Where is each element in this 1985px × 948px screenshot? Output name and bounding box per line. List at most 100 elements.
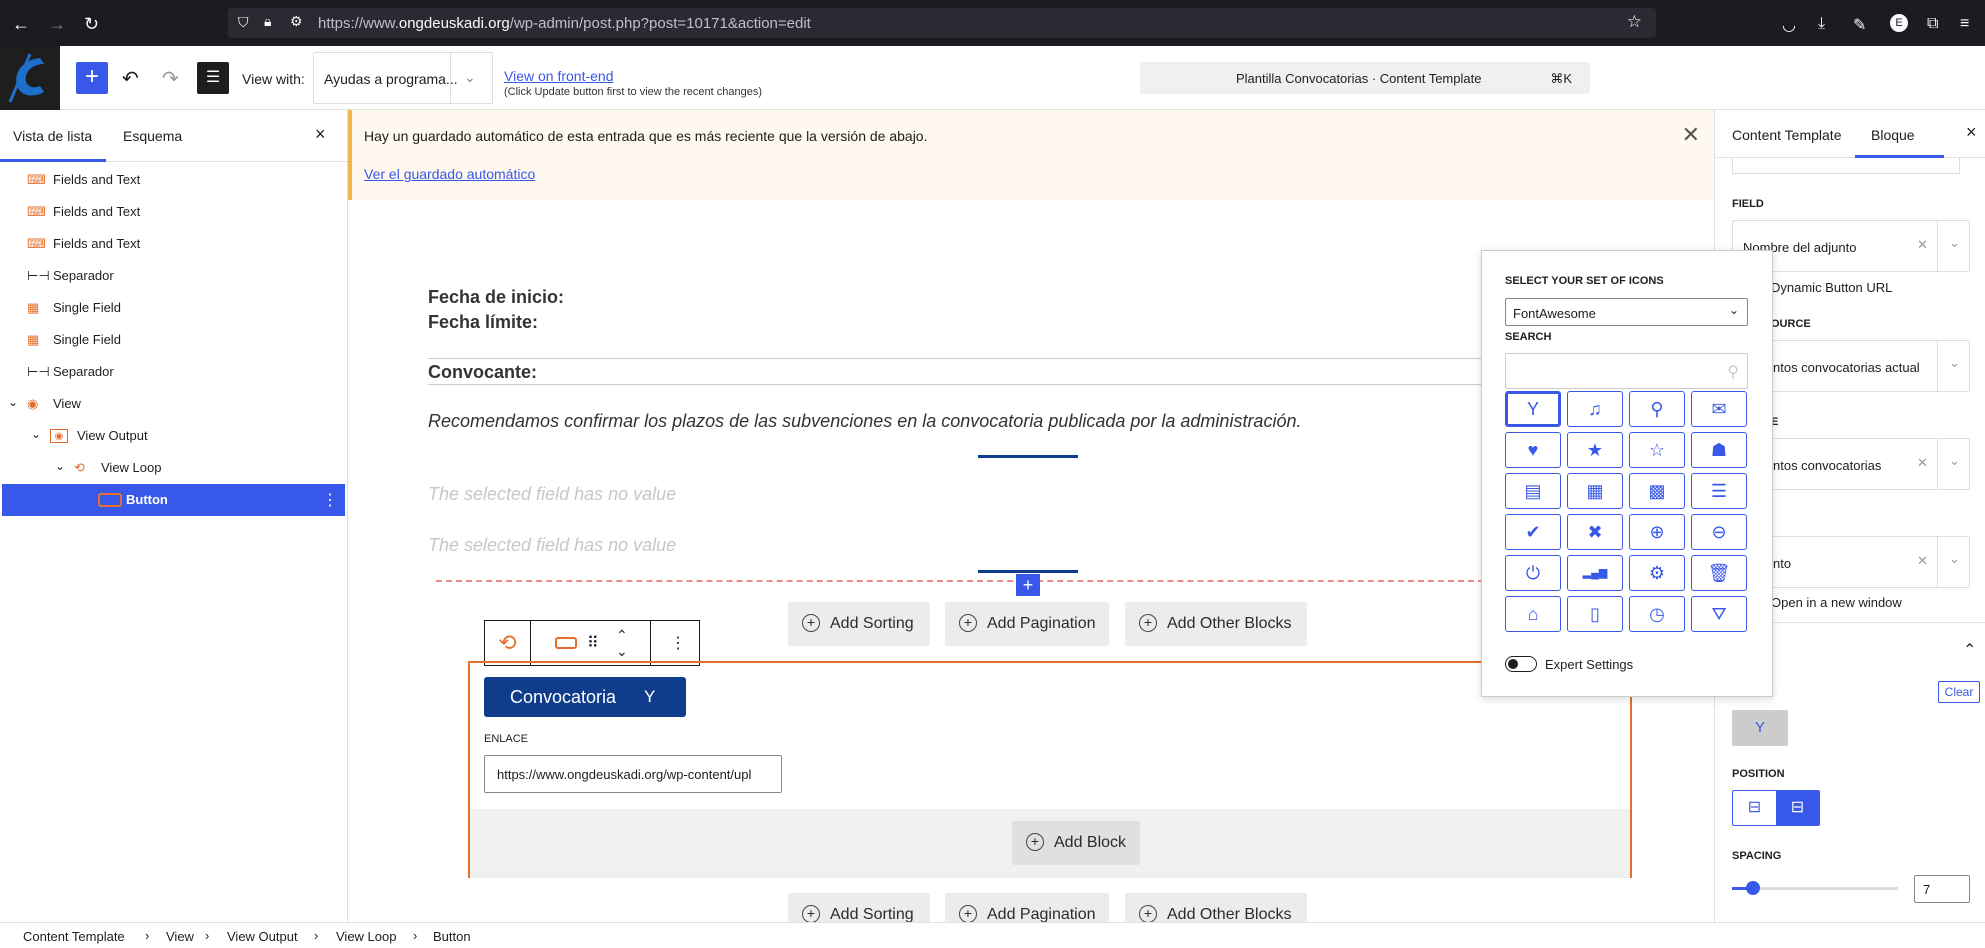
permissions-icon[interactable]: ⚙	[290, 13, 303, 30]
chevron-down-icon[interactable]: ⌄	[31, 427, 41, 441]
move-down-icon[interactable]: ⌄	[616, 643, 628, 660]
more-options-icon[interactable]: ⋮	[670, 633, 686, 653]
back-icon[interactable]: ←	[12, 14, 30, 35]
close-icon[interactable]: ×	[1966, 122, 1977, 143]
file-icon[interactable]: ▯	[1567, 596, 1623, 632]
tab-list-view[interactable]: Vista de lista	[13, 128, 92, 144]
loop-icon[interactable]: ⟲	[485, 621, 531, 665]
breadcrumb-item[interactable]: Content Template	[23, 929, 125, 944]
position-left-icon[interactable]: ⊟	[1733, 791, 1776, 825]
chevron-down-icon[interactable]: ⌄	[55, 459, 65, 473]
search-minus-icon[interactable]: ⊖	[1691, 514, 1747, 550]
heart-icon[interactable]: ♥	[1505, 432, 1561, 468]
list-item[interactable]: ⊢⊣ Separador	[0, 356, 343, 388]
pocket-icon[interactable]: ◡	[1782, 15, 1796, 35]
icon-set-select[interactable]: FontAwesome ⌄	[1505, 298, 1748, 326]
add-block-button[interactable]: + Add Block	[1012, 821, 1140, 865]
user-icon[interactable]: ☗	[1691, 432, 1747, 468]
drag-handle-icon[interactable]: ⠿	[587, 633, 599, 653]
view-front-end-link[interactable]: View on front-end	[504, 68, 613, 84]
glass-icon[interactable]: Y	[1505, 391, 1561, 427]
more-options-icon[interactable]: ⋮	[322, 490, 338, 510]
search-icon[interactable]: ⚲	[1629, 391, 1685, 427]
add-block-button[interactable]: +	[76, 62, 108, 94]
envelope-icon[interactable]: ✉	[1691, 391, 1747, 427]
enlace-input[interactable]: https://www.ongdeuskadi.org/wp-content/u…	[484, 755, 782, 793]
clear-icon[interactable]: ✕	[1917, 237, 1928, 253]
site-logo[interactable]	[0, 46, 60, 110]
command-palette-bar[interactable]: Plantilla Convocatorias · Content Templa…	[1140, 62, 1590, 94]
tab-block[interactable]: Bloque	[1871, 127, 1915, 143]
forward-icon[interactable]: →	[48, 14, 66, 35]
lock-icon[interactable]: 🔒︎	[264, 13, 271, 30]
clear-icon[interactable]: ✕	[1917, 553, 1928, 569]
button-block-selected[interactable]: Convocatoria Y ENLACE https://www.ongdeu…	[468, 661, 1632, 878]
convocatoria-button[interactable]: Convocatoria Y	[484, 677, 686, 717]
list-item[interactable]: ⌄ ◉ View Output	[0, 420, 343, 452]
extension-e-icon[interactable]: E	[1890, 14, 1908, 32]
button-block-icon[interactable]	[555, 637, 577, 649]
spacing-input[interactable]: 7	[1914, 875, 1970, 903]
icon-search-input[interactable]: ⚲	[1505, 353, 1748, 389]
clear-icon[interactable]: ✕	[1917, 455, 1928, 471]
power-off-icon[interactable]: ⏻	[1505, 555, 1561, 591]
add-sorting-button[interactable]: + Add Sorting	[788, 893, 930, 923]
road-icon[interactable]: ⛛	[1691, 596, 1747, 632]
address-bar[interactable]: ⛉ 🔒︎ ⚙ https://www.ongdeuskadi.org/wp-ad…	[228, 8, 1656, 38]
breadcrumb-item[interactable]: View	[166, 929, 194, 944]
list-item-selected[interactable]: Button ⋮	[2, 484, 345, 516]
home-icon[interactable]: ⌂	[1505, 596, 1561, 632]
film-icon[interactable]: ▤	[1505, 473, 1561, 509]
redo-icon[interactable]: ↷	[162, 66, 179, 91]
add-other-blocks-button[interactable]: + Add Other Blocks	[1125, 602, 1307, 646]
star-icon[interactable]: ★	[1567, 432, 1623, 468]
th-large-icon[interactable]: ▦	[1567, 473, 1623, 509]
search-plus-icon[interactable]: ⊕	[1629, 514, 1685, 550]
wrench-icon[interactable]: ✎	[1853, 15, 1866, 35]
times-icon[interactable]: ✖	[1567, 514, 1623, 550]
view-autosave-link[interactable]: Ver el guardado automático	[364, 166, 535, 182]
list-item[interactable]: ⌨ Fields and Text	[0, 164, 343, 196]
check-icon[interactable]: ✔	[1505, 514, 1561, 550]
breadcrumb-item[interactable]: Button	[433, 929, 471, 944]
spacing-slider-thumb[interactable]	[1745, 881, 1760, 895]
expert-settings-toggle[interactable]	[1505, 656, 1537, 672]
tab-content-template[interactable]: Content Template	[1732, 127, 1841, 143]
list-item[interactable]: ⌨ Fields and Text	[0, 228, 343, 260]
move-up-icon[interactable]: ⌃	[616, 627, 628, 644]
list-item[interactable]: ⌄ ⟲ View Loop	[0, 452, 343, 484]
chevron-down-icon[interactable]: ⌄	[8, 395, 18, 409]
clock-icon[interactable]: ◷	[1629, 596, 1685, 632]
inserter-plus-button[interactable]: +	[1016, 574, 1040, 596]
trash-icon[interactable]: 🗑︎	[1691, 555, 1747, 591]
spacing-slider-track[interactable]	[1732, 881, 1898, 895]
breadcrumb-item[interactable]: View Output	[227, 929, 298, 944]
menu-icon[interactable]: ≡	[1960, 15, 1969, 33]
add-other-blocks-button[interactable]: + Add Other Blocks	[1125, 893, 1307, 923]
list-item[interactable]: ⌨ Fields and Text	[0, 196, 343, 228]
download-icon[interactable]: ⤓	[1818, 15, 1825, 33]
th-list-icon[interactable]: ☰	[1691, 473, 1747, 509]
bookmark-star-icon[interactable]: ☆	[1627, 12, 1642, 32]
extensions-icon[interactable]: ⧉	[1927, 15, 1938, 33]
list-item[interactable]: ▦ Single Field	[0, 324, 343, 356]
tab-outline[interactable]: Esquema	[123, 128, 182, 144]
position-right-icon[interactable]: ⊟	[1776, 791, 1819, 825]
reload-icon[interactable]: ↻	[84, 14, 99, 35]
add-sorting-button[interactable]: + Add Sorting	[788, 602, 930, 646]
shield-icon[interactable]: ⛉	[238, 14, 249, 31]
star-outline-icon[interactable]: ☆	[1629, 432, 1685, 468]
view-with-select[interactable]: Ayudas a programa... ⌄	[313, 52, 493, 104]
close-icon[interactable]: ✕	[1682, 122, 1700, 148]
music-icon[interactable]: ♫	[1567, 391, 1623, 427]
cog-icon[interactable]: ⚙	[1629, 555, 1685, 591]
add-pagination-button[interactable]: + Add Pagination	[945, 602, 1109, 646]
close-icon[interactable]: ×	[315, 124, 326, 145]
clear-button[interactable]: Clear	[1938, 681, 1980, 703]
signal-icon[interactable]: ▂▄▆	[1567, 555, 1623, 591]
undo-icon[interactable]: ↶	[122, 66, 139, 91]
breadcrumb-item[interactable]: View Loop	[336, 929, 396, 944]
selected-icon-preview[interactable]: Y	[1732, 710, 1788, 746]
add-pagination-button[interactable]: + Add Pagination	[945, 893, 1109, 923]
list-item[interactable]: ▦ Single Field	[0, 292, 343, 324]
